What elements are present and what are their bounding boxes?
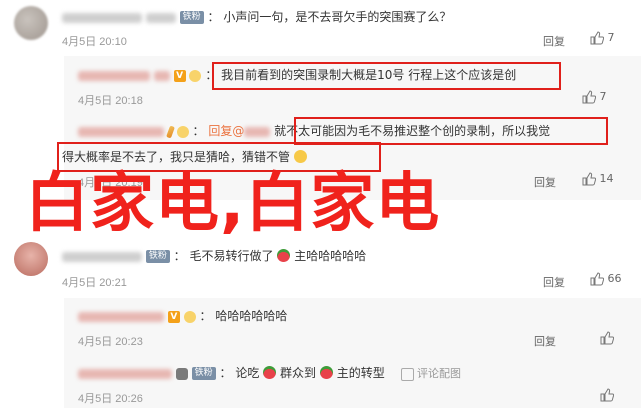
fan-badge: 铁粉 [191, 367, 216, 380]
reply-button[interactable]: 回复 [534, 333, 556, 349]
reply-button[interactable]: 回复 [543, 274, 565, 290]
username[interactable] [62, 12, 142, 23]
timestamp: 4月5日 20:26 [78, 393, 143, 405]
like-button[interactable] [600, 388, 615, 402]
thumbs-up-icon [600, 388, 615, 402]
like-button[interactable]: 66 [590, 272, 622, 286]
comment-4: 铁粉 ： 毛不易转行做了 主哈哈哈哈哈 4月5日 20:21 回复 66 [0, 236, 641, 292]
comment-text: 哈哈哈哈哈哈 [215, 309, 288, 323]
avatar[interactable] [14, 242, 48, 276]
vip-badge-icon: V [167, 310, 180, 323]
fan-badge: 铁粉 [145, 250, 170, 263]
thumbs-up-icon [582, 172, 597, 186]
thumbs-up-icon [590, 31, 605, 45]
reply-mention[interactable]: 回复@ [208, 124, 271, 138]
avatar[interactable] [14, 6, 48, 40]
highlight-box-2 [294, 117, 608, 145]
username[interactable] [78, 311, 164, 322]
comment-6: 铁粉 ： 论吃 群众到 主的转型 评论配图 4月5日 20:26 [0, 352, 641, 408]
comment-6-header: 铁粉 ： 论吃 群众到 主的转型 评论配图 [78, 365, 461, 382]
username[interactable] [78, 126, 164, 137]
highlight-box-1 [212, 62, 561, 90]
like-button[interactable]: 7 [590, 31, 615, 45]
comment-5: V ： 哈哈哈哈哈哈 4月5日 20:23 回复 [0, 298, 641, 352]
like-button[interactable]: 14 [582, 172, 614, 186]
like-count: 7 [599, 90, 607, 103]
watermelon-icon [263, 366, 277, 379]
reply-button[interactable]: 回复 [534, 174, 556, 190]
timestamp: 4月5日 20:23 [78, 336, 143, 348]
like-count: 66 [607, 272, 622, 285]
like-button[interactable]: 7 [582, 90, 607, 104]
timestamp: 4月5日 20:21 [62, 277, 127, 289]
reply-button[interactable]: 回复 [543, 33, 565, 49]
cat-badge-icon [175, 367, 188, 380]
badge-face-icon [176, 125, 189, 138]
like-count: 7 [607, 31, 615, 44]
comment-text: 小声问一句，是不去哥欠手的突围赛了么？ [223, 10, 452, 24]
watermark-text: 白家电,白家电 [25, 167, 441, 241]
vip-badge-icon: V [173, 69, 186, 82]
username[interactable] [62, 251, 142, 262]
thumbs-up-icon [582, 90, 597, 104]
username[interactable] [78, 70, 150, 81]
comment-4-header: 铁粉 ： 毛不易转行做了 主哈哈哈哈哈 [62, 248, 366, 264]
username[interactable] [78, 368, 172, 379]
comment-1: 铁粉 ： 小声问一句，是不去哥欠手的突围赛了么？ 4月5日 20:10 回复 7 [0, 0, 641, 56]
like-button[interactable] [600, 331, 615, 345]
timestamp: 4月5日 20:10 [62, 36, 127, 48]
comment-1-header: 铁粉 ： 小声问一句，是不去哥欠手的突围赛了么？ [62, 9, 451, 25]
timestamp: 4月5日 20:18 [78, 95, 143, 107]
user-badges [145, 12, 176, 23]
comment-5-header: V ： 哈哈哈哈哈哈 [78, 308, 287, 324]
fan-badge: 铁粉 [179, 11, 204, 24]
thumbs-up-icon [600, 331, 615, 345]
comment-image-link[interactable]: 评论配图 [400, 367, 461, 381]
like-count: 14 [599, 172, 614, 185]
badge-face-icon [189, 69, 202, 82]
watermelon-icon [319, 366, 333, 379]
brush-badge-icon [165, 125, 175, 138]
badge-face-icon [183, 310, 196, 323]
image-report-icon [400, 367, 414, 381]
watermelon-icon [277, 249, 291, 262]
thumbs-up-icon [590, 272, 605, 286]
